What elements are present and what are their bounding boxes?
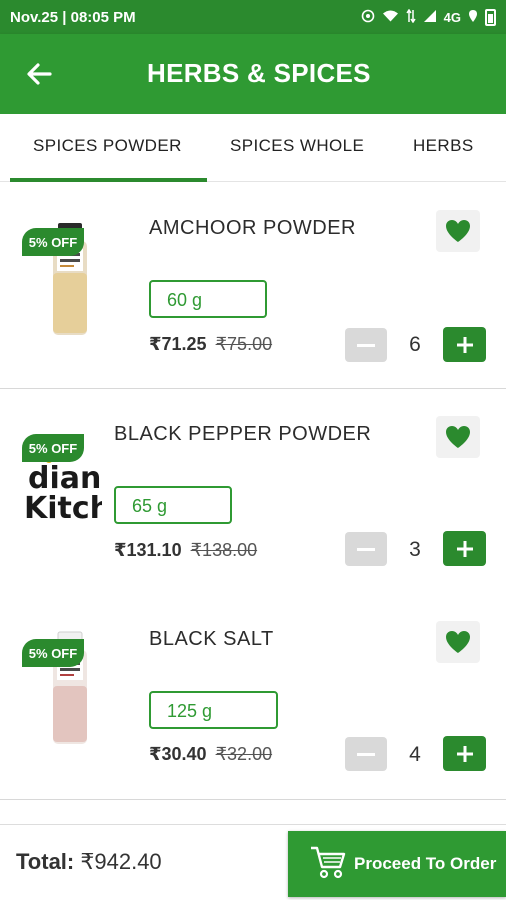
- size-selector[interactable]: 65 g: [114, 486, 232, 524]
- shopping-cart-icon: [310, 845, 346, 884]
- plus-icon: [456, 540, 473, 557]
- status-bar: Nov.25 | 08:05 PM 4G: [0, 0, 506, 34]
- total-value: ₹942.40: [80, 849, 162, 874]
- product-name[interactable]: AMCHOOR POWDER: [149, 217, 356, 240]
- tab-spices-whole[interactable]: SPICES WHOLE: [230, 136, 364, 156]
- sale-price: ₹131.10: [114, 540, 182, 560]
- original-price: ₹75.00: [215, 334, 273, 354]
- product-card-amchoor: 5% OFF AMCHOOR POWDER 60 g ₹71.25 ₹75.00…: [0, 183, 506, 389]
- plus-icon: [456, 745, 473, 762]
- decrease-quantity-button[interactable]: [345, 328, 387, 362]
- wifi-icon: [382, 9, 399, 25]
- discount-badge: 5% OFF: [22, 228, 84, 256]
- price-row: ₹30.40 ₹32.00: [149, 744, 272, 765]
- size-selector[interactable]: 125 g: [149, 691, 278, 729]
- increase-quantity-button[interactable]: [443, 736, 486, 771]
- sale-price: ₹30.40: [149, 744, 207, 764]
- data-transfer-icon: [406, 8, 416, 26]
- proceed-to-order-button[interactable]: Proceed To Order: [288, 831, 506, 897]
- network-type: 4G: [443, 9, 461, 25]
- favorite-button[interactable]: [436, 416, 480, 458]
- minus-icon: [357, 343, 375, 347]
- order-total: Total: ₹942.40: [16, 849, 162, 875]
- favorite-button[interactable]: [436, 210, 480, 252]
- increase-quantity-button[interactable]: [443, 531, 486, 566]
- size-selector[interactable]: 60 g: [149, 280, 267, 318]
- price-row: ₹71.25 ₹75.00: [149, 334, 272, 355]
- product-name[interactable]: BLACK SALT: [149, 628, 274, 651]
- product-name[interactable]: BLACK PEPPER POWDER: [114, 423, 371, 446]
- heart-icon: [446, 426, 470, 448]
- total-label: Total:: [16, 849, 75, 874]
- proceed-label: Proceed To Order: [354, 854, 497, 873]
- minus-icon: [357, 547, 375, 551]
- status-icons: 4G: [361, 8, 496, 26]
- location-icon: [468, 9, 478, 26]
- price-row: ₹131.10 ₹138.00: [114, 540, 257, 561]
- heart-icon: [446, 220, 470, 242]
- quantity-value: 3: [409, 538, 421, 561]
- discount-badge: 5% OFF: [22, 434, 84, 462]
- decrease-quantity-button[interactable]: [345, 532, 387, 566]
- sale-price: ₹71.25: [149, 334, 207, 354]
- active-tab-indicator: [10, 178, 207, 182]
- quantity-value: 4: [409, 743, 421, 766]
- decrease-quantity-button[interactable]: [345, 737, 387, 771]
- quantity-value: 6: [409, 333, 421, 356]
- brand-logo-text-bottom: Kitch: [24, 491, 102, 526]
- hotspot-icon: [361, 9, 375, 26]
- heart-icon: [446, 631, 470, 653]
- back-arrow-icon[interactable]: [24, 58, 56, 90]
- favorite-button[interactable]: [436, 621, 480, 663]
- increase-quantity-button[interactable]: [443, 327, 486, 362]
- original-price: ₹32.00: [215, 744, 273, 764]
- status-time: Nov.25 | 08:05 PM: [10, 8, 136, 26]
- product-card-black-salt: 5% OFF BLACK SALT 125 g ₹30.40 ₹32.00 4: [0, 594, 506, 800]
- battery-icon: [485, 8, 496, 26]
- category-tabs: SPICES POWDER SPICES WHOLE HERBS: [0, 114, 506, 182]
- product-card-black-pepper: dian Kitch 5% OFF BLACK PEPPER POWDER 65…: [0, 389, 506, 595]
- original-price: ₹138.00: [190, 540, 258, 560]
- brand-logo-text-top: dian: [28, 461, 102, 496]
- checkout-bar: Total: ₹942.40 Proceed To Order: [0, 824, 506, 900]
- tab-herbs[interactable]: HERBS: [413, 136, 474, 156]
- plus-icon: [456, 336, 473, 353]
- page-title: HERBS & SPICES: [147, 58, 371, 88]
- minus-icon: [357, 752, 375, 756]
- tab-spices-powder[interactable]: SPICES POWDER: [33, 136, 182, 156]
- app-bar: HERBS & SPICES: [0, 34, 506, 114]
- discount-badge: 5% OFF: [22, 639, 84, 667]
- signal-icon: [423, 9, 437, 26]
